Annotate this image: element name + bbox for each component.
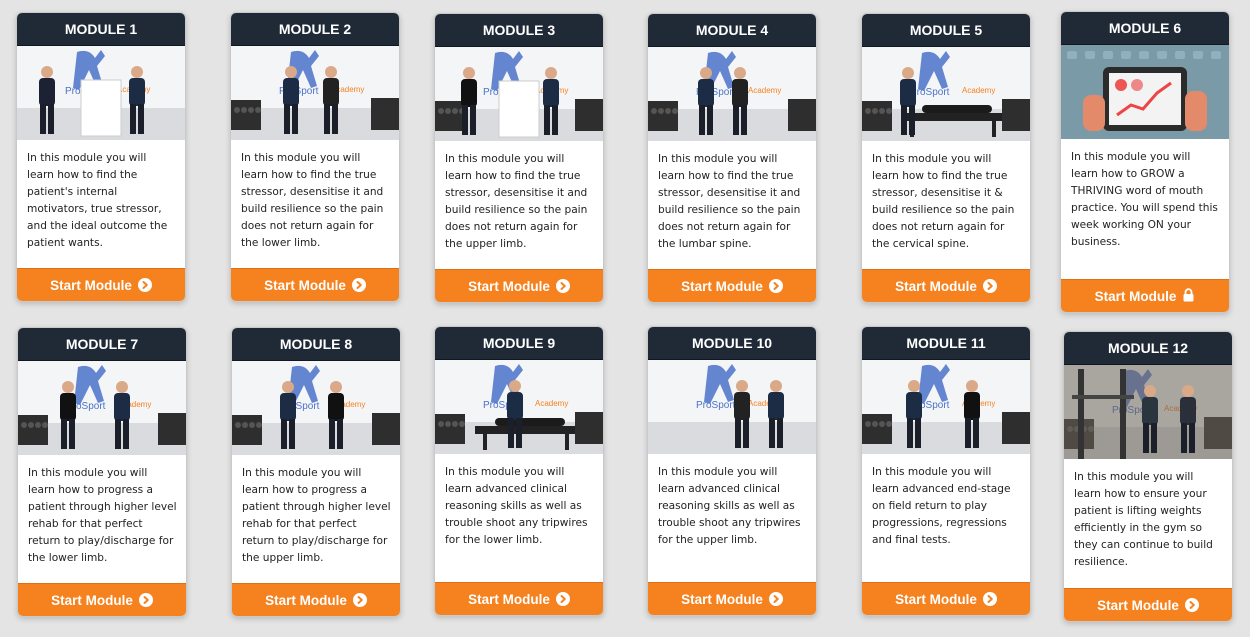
module-title: MODULE 7 xyxy=(18,328,186,361)
start-module-label: Start Module xyxy=(468,591,550,607)
start-module-button[interactable]: Start Module xyxy=(435,582,603,615)
module-thumbnail[interactable]: ProSportAcademy xyxy=(232,361,400,455)
module-title: MODULE 9 xyxy=(435,327,603,360)
start-module-button[interactable]: Start Module xyxy=(862,582,1030,615)
start-module-label: Start Module xyxy=(681,278,763,294)
module-thumbnail[interactable]: ProSportAcademy xyxy=(648,47,816,141)
module-card: MODULE 12 ProSportAcademy In this module… xyxy=(1063,331,1233,622)
module-title: MODULE 4 xyxy=(648,14,816,47)
start-module-label: Start Module xyxy=(50,277,132,293)
module-thumbnail[interactable]: ProSportAcademy xyxy=(648,360,816,454)
start-module-label: Start Module xyxy=(265,592,347,608)
start-module-label: Start Module xyxy=(681,591,763,607)
chevron-circle-right-icon xyxy=(768,279,783,293)
module-card: MODULE 2 ProSportAcademy In this module … xyxy=(230,12,400,302)
module-title: MODULE 5 xyxy=(862,14,1030,47)
module-description: In this module you will learn how to fin… xyxy=(872,153,1015,250)
module-title: MODULE 6 xyxy=(1061,12,1229,45)
start-module-label: Start Module xyxy=(895,278,977,294)
module-description: In this module you will learn advanced e… xyxy=(872,466,1011,546)
module-description: In this module you will learn how to pro… xyxy=(242,467,391,564)
chevron-circle-right-icon xyxy=(768,592,783,606)
module-card: MODULE 3 ProSportAcademy In this module … xyxy=(434,13,604,303)
module-description: In this module you will learn how to fin… xyxy=(27,152,168,249)
start-module-button[interactable]: Start Module xyxy=(862,269,1030,302)
svg-text:ProSport: ProSport xyxy=(696,400,736,411)
module-description: In this module you will learn how to pro… xyxy=(28,467,177,564)
module-thumbnail[interactable]: ProSportAcademy xyxy=(435,47,603,141)
start-module-button[interactable]: Start Module xyxy=(18,583,186,616)
start-module-button[interactable]: Start Module xyxy=(435,269,603,302)
module-description: In this module you will learn how to fin… xyxy=(658,153,801,250)
start-module-label: Start Module xyxy=(51,592,133,608)
chevron-circle-right-icon xyxy=(138,593,153,607)
chevron-circle-right-icon xyxy=(137,278,152,292)
chevron-circle-right-icon xyxy=(982,279,997,293)
start-module-label: Start Module xyxy=(895,591,977,607)
svg-text:Academy: Academy xyxy=(748,86,781,95)
module-thumbnail[interactable]: ProSportAcademy xyxy=(435,360,603,454)
start-module-button[interactable]: Start Module xyxy=(1061,279,1229,312)
chevron-circle-right-icon xyxy=(555,592,570,606)
lock-icon xyxy=(1182,287,1195,305)
module-title: MODULE 1 xyxy=(17,13,185,46)
svg-text:Academy: Academy xyxy=(962,86,995,95)
module-title: MODULE 11 xyxy=(862,327,1030,360)
start-module-button[interactable]: Start Module xyxy=(17,268,185,301)
svg-text:Academy: Academy xyxy=(535,399,568,408)
module-thumbnail[interactable]: ProSportAcademy xyxy=(231,46,399,140)
module-card: MODULE 8 ProSport Academy In this module … xyxy=(231,327,401,617)
module-title: MODULE 8 xyxy=(232,328,400,361)
start-module-button[interactable]: Start Module xyxy=(648,269,816,302)
chevron-circle-right-icon xyxy=(352,593,367,607)
start-module-label: Start Module xyxy=(1097,597,1179,613)
start-module-button[interactable]: Start Module xyxy=(1064,588,1232,621)
module-thumbnail[interactable]: ProSportAcademy xyxy=(1064,365,1232,459)
start-module-button[interactable]: Start Module xyxy=(231,268,399,301)
start-module-label: Start Module xyxy=(1094,288,1177,304)
module-thumbnail[interactable]: ProSportAcademy xyxy=(862,47,1030,141)
module-card: MODULE 11 ProSportAcademy In this module… xyxy=(861,326,1031,616)
chevron-circle-right-icon xyxy=(982,592,997,606)
module-description: In this module you will learn how to fin… xyxy=(445,153,588,250)
module-description: In this module you will learn how to fin… xyxy=(241,152,384,249)
start-module-button[interactable]: Start Module xyxy=(232,583,400,616)
module-card: MODULE 5 ProSport Academy In this module … xyxy=(861,13,1031,303)
module-title: MODULE 3 xyxy=(435,14,603,47)
module-description: In this module you will learn advanced c… xyxy=(658,466,801,546)
start-module-label: Start Module xyxy=(468,278,550,294)
module-thumbnail[interactable]: ProSportAcademy xyxy=(17,46,185,140)
start-module-button[interactable]: Start Module xyxy=(648,582,816,615)
module-title: MODULE 12 xyxy=(1064,332,1232,365)
module-thumbnail[interactable]: ProSportAcademy xyxy=(18,361,186,455)
module-description: In this module you will learn advanced c… xyxy=(445,466,588,546)
module-title: MODULE 10 xyxy=(648,327,816,360)
chevron-circle-right-icon xyxy=(351,278,366,292)
start-module-label: Start Module xyxy=(264,277,346,293)
module-card: MODULE 7 ProSport Academy In this module … xyxy=(17,327,187,617)
module-description: In this module you will learn how to GRO… xyxy=(1071,151,1218,248)
module-thumbnail[interactable] xyxy=(1061,45,1229,139)
module-card: MODULE 4 ProSport Academy In this module … xyxy=(647,13,817,303)
module-card: MODULE 10 ProSport Academy In this module… xyxy=(647,326,817,616)
chevron-circle-right-icon xyxy=(555,279,570,293)
module-card: MODULE 1 ProSportAcademy In this module … xyxy=(16,12,186,302)
module-card: MODULE 9 ProSport Academy In this module … xyxy=(434,326,604,616)
module-thumbnail[interactable]: ProSportAcademy xyxy=(862,360,1030,454)
module-title: MODULE 2 xyxy=(231,13,399,46)
module-card: MODULE 6 In this module you will learn h… xyxy=(1060,11,1230,313)
module-description: In this module you will learn how to ens… xyxy=(1074,471,1213,568)
chevron-circle-right-icon xyxy=(1184,598,1199,612)
